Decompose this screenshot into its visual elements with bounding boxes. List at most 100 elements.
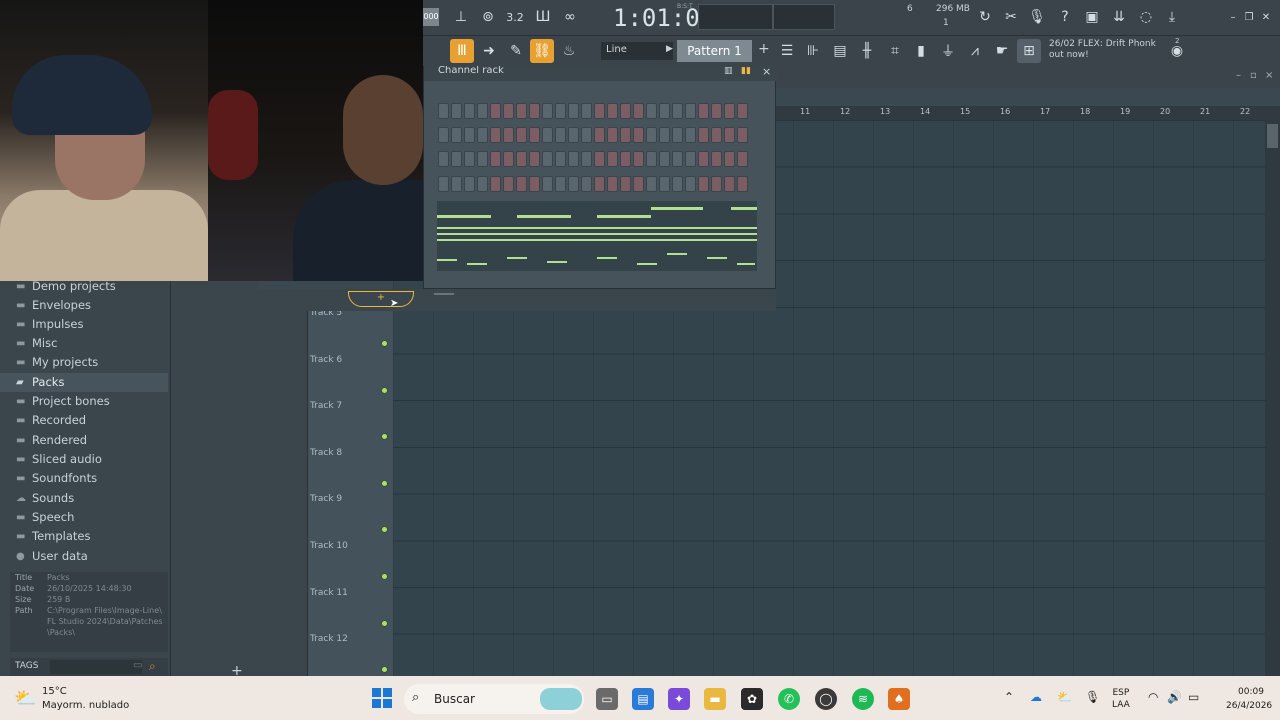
stamp-icon[interactable]: ♨ [557, 39, 581, 63]
step-button[interactable] [503, 151, 514, 167]
step-button[interactable] [568, 127, 579, 143]
faders-icon[interactable]: ╫ [855, 39, 879, 63]
step-button[interactable] [464, 151, 475, 167]
track-enable-icon[interactable] [381, 340, 388, 347]
track-header[interactable]: Track 9 [308, 492, 393, 538]
spotify-icon[interactable]: ≋ [852, 688, 874, 710]
step-button[interactable] [672, 176, 683, 192]
step-button[interactable] [711, 103, 722, 119]
wifi-icon[interactable]: ◠ [1148, 690, 1158, 704]
arrow-right-icon[interactable]: ➜ [477, 39, 501, 63]
step-button[interactable] [542, 151, 553, 167]
step-button[interactable] [737, 127, 748, 143]
graph-icon[interactable]: ▥ [724, 66, 733, 76]
tempo-display[interactable]: 000 [423, 8, 439, 26]
step-button[interactable] [620, 127, 631, 143]
link-icon[interactable]: ⛓ [530, 39, 554, 63]
track-header[interactable]: Track 8 [308, 446, 393, 492]
step-button[interactable] [516, 151, 527, 167]
record-countdown-icon[interactable]: ⊚ [476, 5, 500, 29]
tags-input[interactable] [50, 660, 142, 674]
step-button[interactable] [594, 127, 605, 143]
step-button[interactable] [516, 103, 527, 119]
play-arrow-icon[interactable]: ▶ [666, 44, 673, 54]
step-button[interactable] [620, 103, 631, 119]
piano-roll-preview[interactable] [437, 201, 757, 271]
chevron-up-icon[interactable]: ⌃ [1004, 690, 1014, 704]
step-button[interactable] [581, 176, 592, 192]
track-enable-icon[interactable] [381, 387, 388, 394]
track-enable-icon[interactable] [381, 480, 388, 487]
step-button[interactable] [685, 176, 696, 192]
step-button[interactable] [490, 127, 501, 143]
step-button[interactable] [516, 176, 527, 192]
playlist-scrollbar[interactable] [1265, 120, 1280, 676]
track-header[interactable]: Track 12 [308, 632, 393, 678]
step-button[interactable] [555, 176, 566, 192]
timeline-ruler[interactable]: 11 12 13 14 15 16 17 18 19 20 21 22 [776, 106, 1280, 120]
onedrive-icon[interactable]: ☁ [1030, 690, 1042, 704]
step-button[interactable] [568, 176, 579, 192]
browser-item-templates[interactable]: ▬ Templates [0, 527, 168, 546]
step-button[interactable] [607, 151, 618, 167]
cut-icon[interactable]: ✂ [999, 5, 1023, 29]
browser-item-my-projects[interactable]: ▬ My projects [0, 353, 168, 372]
step-button[interactable] [711, 151, 722, 167]
step-button[interactable] [607, 176, 618, 192]
browser-item-sounds[interactable]: ☁ Sounds [0, 489, 168, 508]
browser-item-packs[interactable]: ▰ Packs [0, 373, 168, 392]
browser-item-sliced-audio[interactable]: ▬ Sliced audio [0, 450, 168, 469]
browser-item-rendered[interactable]: ▬ Rendered [0, 431, 168, 450]
file-icon[interactable]: ▮ [909, 39, 933, 63]
step-button[interactable] [581, 127, 592, 143]
step-button[interactable] [633, 127, 644, 143]
step-button[interactable] [698, 127, 709, 143]
step-button[interactable] [711, 127, 722, 143]
track-enable-icon[interactable] [381, 573, 388, 580]
step-button[interactable] [542, 103, 553, 119]
export-icon[interactable]: ⇊ [1107, 5, 1131, 29]
browser-item-misc[interactable]: ▬ Misc [0, 334, 168, 353]
browser-item-project-bones[interactable]: ▬ Project bones [0, 392, 168, 411]
add-pattern-icon[interactable]: + [758, 41, 770, 57]
browser-item-user-data[interactable]: ● User data [0, 547, 168, 566]
chatgpt-icon[interactable]: ✿ [741, 688, 763, 710]
browser-item-envelopes[interactable]: ▬ Envelopes [0, 296, 168, 315]
pattern-selector[interactable]: Pattern 1 [677, 40, 752, 62]
taskbar-time[interactable]: 00:09 [1238, 687, 1264, 697]
pencil-icon[interactable]: ✎ [504, 39, 528, 63]
language-indicator[interactable]: ESP LAA [1112, 687, 1130, 711]
browser-item-soundfonts[interactable]: ▬ Soundfonts [0, 469, 168, 488]
metronome-icon[interactable]: ⊥ [449, 5, 473, 29]
step-button[interactable] [542, 127, 553, 143]
step-button[interactable] [685, 127, 696, 143]
step-button[interactable] [633, 176, 644, 192]
step-button[interactable] [724, 127, 735, 143]
step-button[interactable] [490, 176, 501, 192]
step-button[interactable] [646, 151, 657, 167]
download-icon[interactable]: ⤓ [1160, 5, 1184, 29]
taskbar-date[interactable]: 26/4/2026 [1226, 701, 1272, 711]
step-button[interactable] [529, 127, 540, 143]
step-button[interactable] [698, 151, 709, 167]
step-button[interactable] [737, 176, 748, 192]
step-button[interactable] [464, 127, 475, 143]
track-header[interactable]: Track 5 [308, 306, 393, 352]
step-button[interactable] [477, 103, 488, 119]
track-header[interactable]: Track 7 [308, 399, 393, 445]
taskbar-search[interactable]: ⌕ Buscar [404, 684, 584, 714]
step-button[interactable] [568, 151, 579, 167]
step-button[interactable] [477, 127, 488, 143]
step-button[interactable] [477, 151, 488, 167]
step-button[interactable] [724, 151, 735, 167]
step-button[interactable] [581, 151, 592, 167]
piano-roll-icon[interactable]: Ⅲ [450, 39, 474, 63]
opera-icon[interactable]: ◯ [815, 688, 837, 710]
browser-item-impulses[interactable]: ▬ Impulses [0, 315, 168, 334]
structure-icon[interactable]: ⌗ [883, 39, 907, 63]
browser-item-speech[interactable]: ▬ Speech [0, 508, 168, 527]
tag-folder-icon[interactable]: ▭ [133, 660, 142, 671]
step-button[interactable] [503, 103, 514, 119]
cloud-sync-icon[interactable]: ⛅ [1057, 690, 1072, 704]
track-header[interactable]: Track 6 [308, 353, 393, 399]
